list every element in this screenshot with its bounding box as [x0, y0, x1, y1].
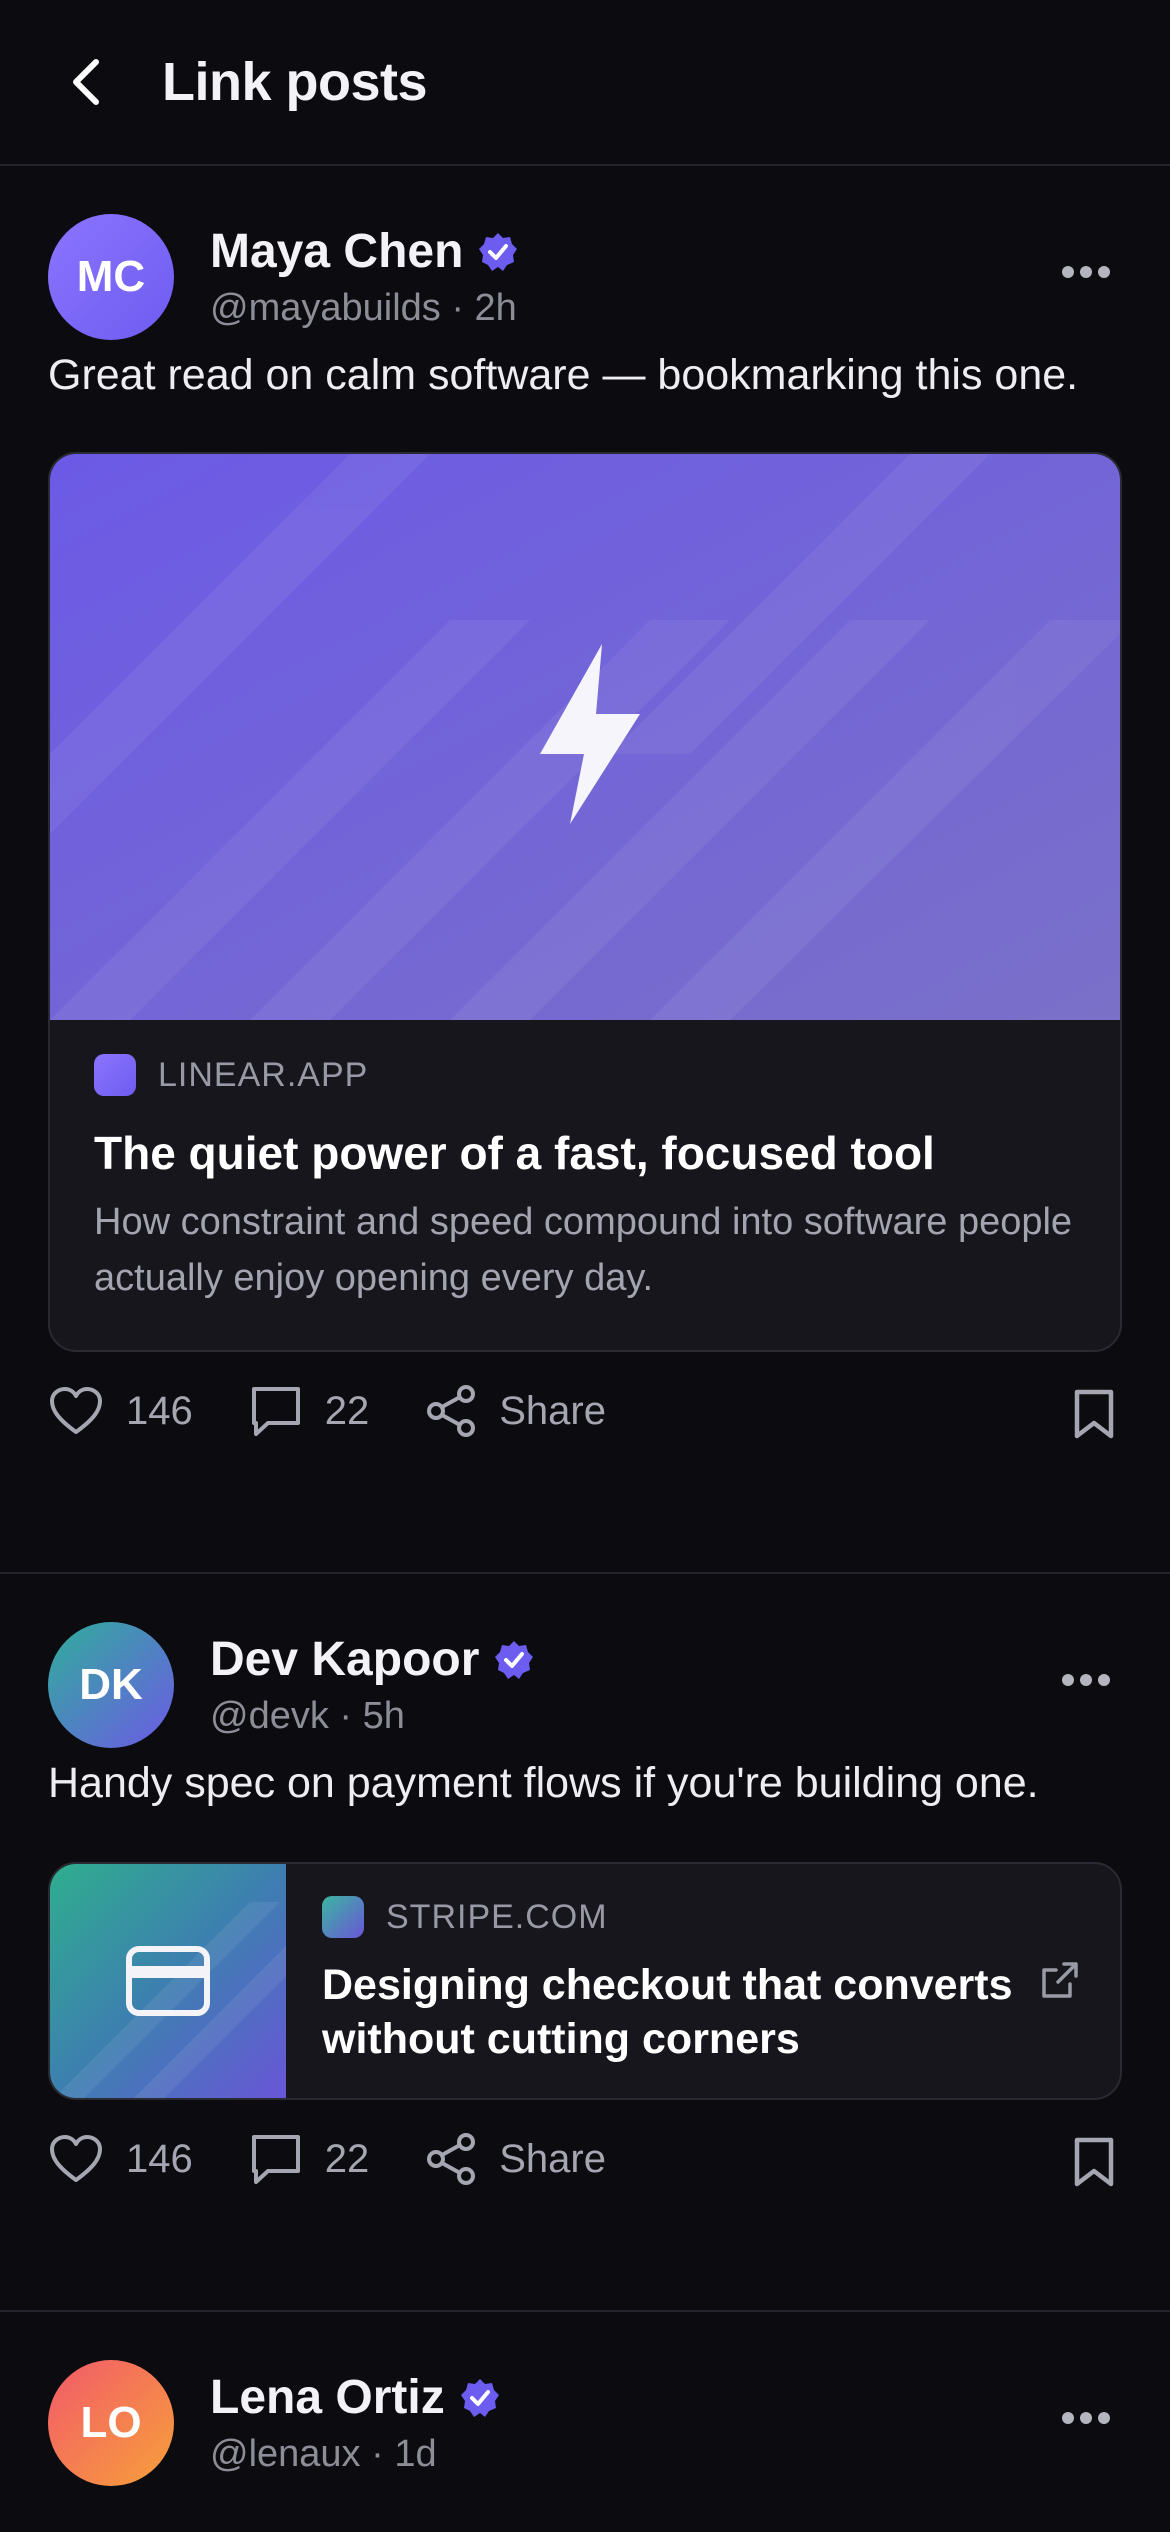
post: MC Maya Chen @mayabuilds · 2h Great read…	[0, 166, 1170, 1574]
avatar[interactable]: MC	[48, 214, 174, 340]
comment-count: 22	[324, 1388, 370, 1433]
link-preview-image	[50, 454, 1120, 1020]
page-title: Link posts	[162, 52, 428, 112]
share-label: Share	[499, 2136, 606, 2181]
link-description: How constraint and speed compound into s…	[94, 1201, 1073, 1299]
external-link-icon[interactable]	[1040, 1960, 1080, 2000]
comment-count: 22	[324, 2136, 370, 2181]
more-options-icon[interactable]	[1062, 262, 1110, 282]
link-preview-card[interactable]: LINEAR.APP The quiet power of a fast, fo…	[48, 452, 1122, 1352]
chevron-left-icon	[73, 59, 99, 105]
post-actions: 146 22 Share	[0, 2100, 1170, 2218]
post: DK Dev Kapoor @devk · 5h Handy spec on p…	[0, 1574, 1170, 2312]
author-handle-time: @lenaux · 1d	[210, 2433, 437, 2475]
comment-icon	[251, 1387, 300, 1436]
link-domain: STRIPE.COM	[386, 1897, 608, 1936]
verified-badge-icon	[479, 232, 518, 271]
comment-button[interactable]: 22	[249, 1384, 370, 1438]
author-name[interactable]: Lena Ortiz	[210, 2370, 445, 2425]
post: LO Lena Ortiz @lenaux · 1d	[0, 2312, 1170, 2488]
like-count: 146	[126, 1388, 193, 1433]
comment-button[interactable]: 22	[249, 2132, 370, 2186]
like-count: 146	[126, 2136, 193, 2181]
link-title: The quiet power of a fast, focused tool	[94, 1127, 935, 1179]
link-domain: LINEAR.APP	[158, 1055, 369, 1094]
author-name[interactable]: Dev Kapoor	[210, 1632, 479, 1687]
avatar[interactable]: DK	[48, 1622, 174, 1748]
author-name[interactable]: Maya Chen	[210, 224, 463, 279]
site-favicon	[94, 1054, 136, 1096]
link-preview-card[interactable]: STRIPE.COM Designing checkout that conve…	[48, 1862, 1122, 2100]
bookmark-icon[interactable]	[1072, 1388, 1116, 1440]
verified-badge-icon	[495, 1640, 534, 1679]
top-bar: Link posts	[0, 0, 1170, 166]
like-button[interactable]: 146	[48, 2134, 193, 2184]
share-label: Share	[499, 1388, 606, 1433]
author-handle-time: @devk · 5h	[210, 1695, 405, 1737]
share-button[interactable]: Share	[425, 2132, 606, 2186]
share-icon	[427, 1385, 476, 1437]
share-button[interactable]: Share	[425, 1384, 606, 1438]
heart-icon	[50, 1387, 102, 1434]
like-button[interactable]: 146	[48, 1386, 193, 1436]
bookmark-icon[interactable]	[1072, 2136, 1116, 2188]
credit-card-icon	[126, 1946, 210, 2016]
verified-badge-icon	[460, 2378, 499, 2417]
link-title: Designing checkout that converts without…	[322, 1961, 1013, 2063]
post-text: Handy spec on payment flows if you're bu…	[48, 1759, 1039, 1807]
post-actions: 146 22 Share	[0, 1352, 1170, 1470]
back-button[interactable]	[60, 56, 112, 108]
heart-icon	[50, 2135, 102, 2182]
link-thumbnail	[50, 1864, 286, 2098]
lightning-icon	[540, 644, 640, 824]
more-options-icon[interactable]	[1062, 2408, 1110, 2428]
more-options-icon[interactable]	[1062, 1670, 1110, 1690]
site-favicon	[322, 1896, 364, 1938]
share-icon	[427, 2133, 476, 2185]
avatar[interactable]: LO	[48, 2360, 174, 2486]
post-text: Great read on calm software — bookmarkin…	[48, 351, 1079, 399]
author-handle-time: @mayabuilds · 2h	[210, 287, 517, 329]
comment-icon	[251, 2135, 300, 2184]
